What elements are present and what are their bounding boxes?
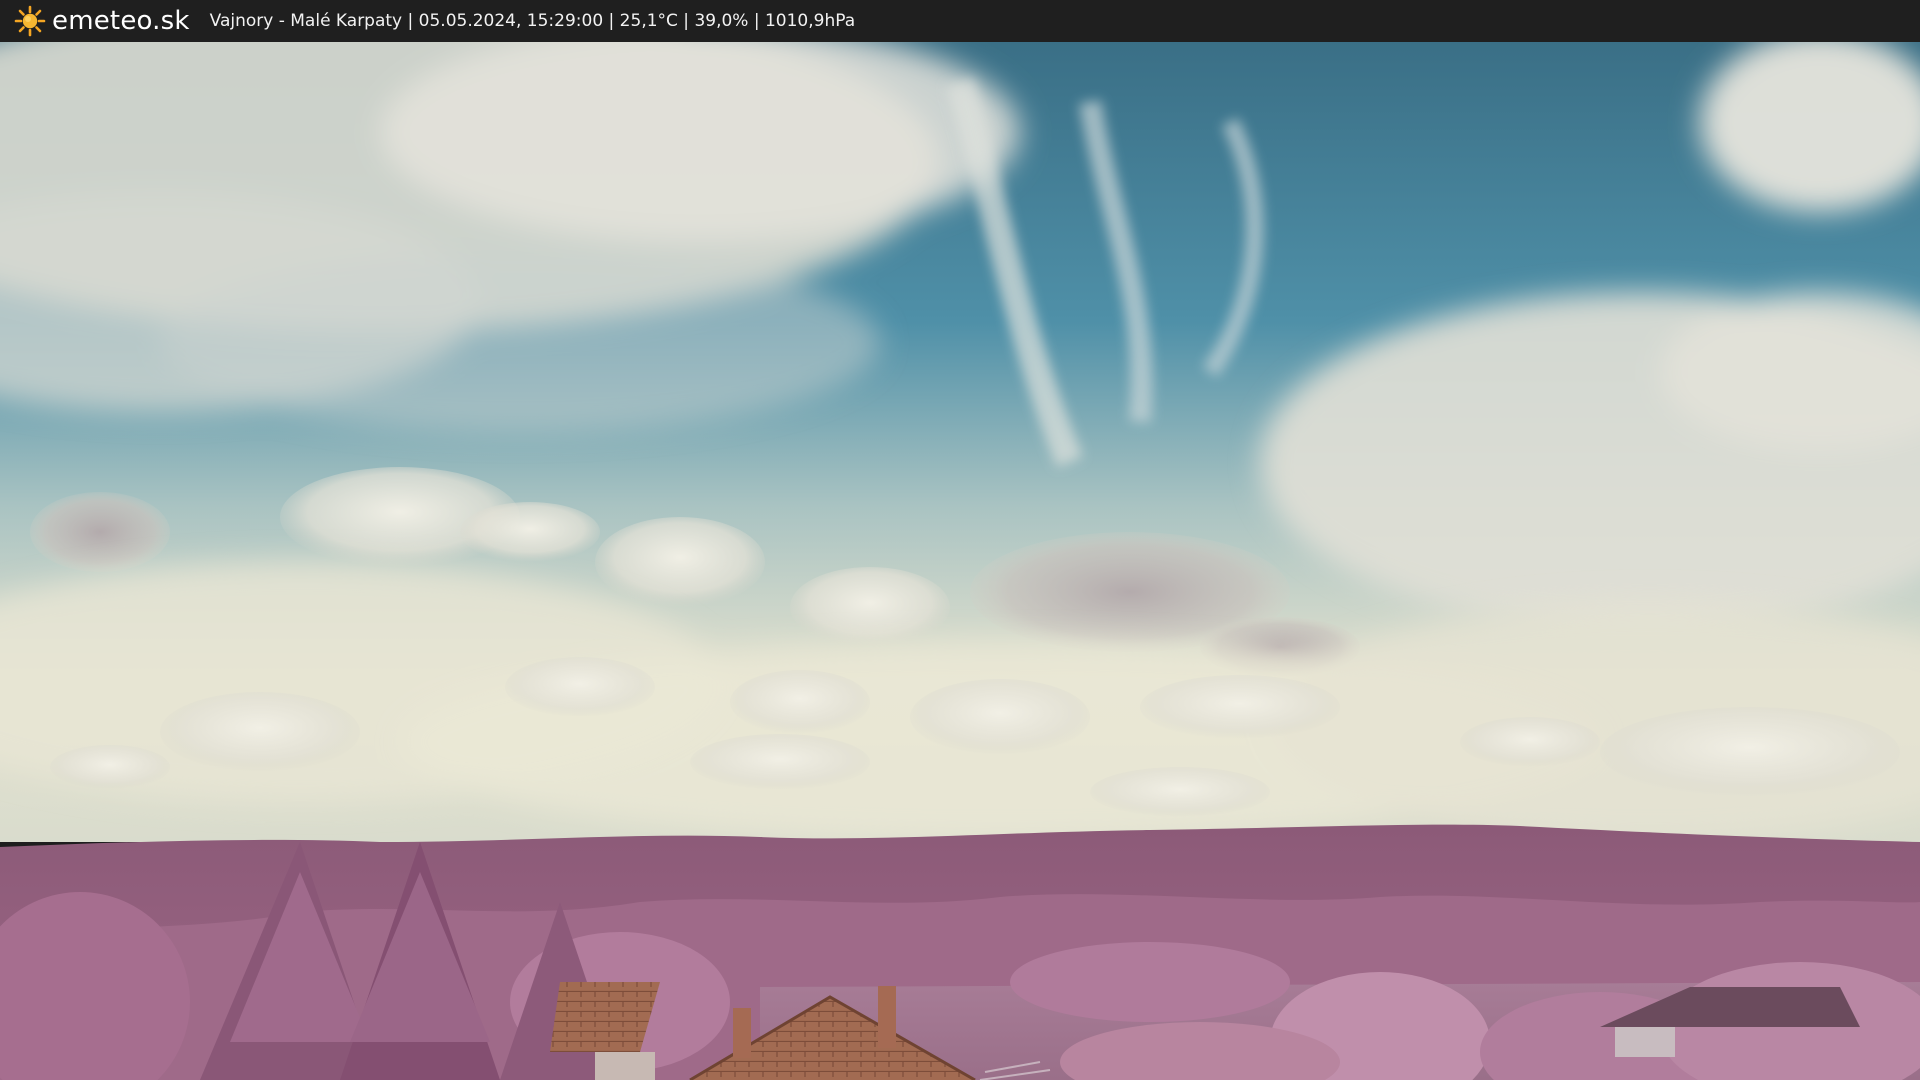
- sun-icon: [14, 5, 46, 37]
- webcam-frame: emeteo.sk Vajnory - Malé Karpaty | 05.05…: [0, 0, 1920, 1080]
- chimney: [733, 1008, 751, 1058]
- webcam-image: [0, 42, 1920, 1080]
- weather-caption: Vajnory - Malé Karpaty | 05.05.2024, 15:…: [209, 11, 856, 31]
- top-bar: emeteo.sk Vajnory - Malé Karpaty | 05.05…: [0, 0, 1920, 42]
- brand-name[interactable]: emeteo.sk: [52, 0, 190, 42]
- brand-logo[interactable]: emeteo.sk: [14, 0, 190, 42]
- chimney: [878, 986, 896, 1048]
